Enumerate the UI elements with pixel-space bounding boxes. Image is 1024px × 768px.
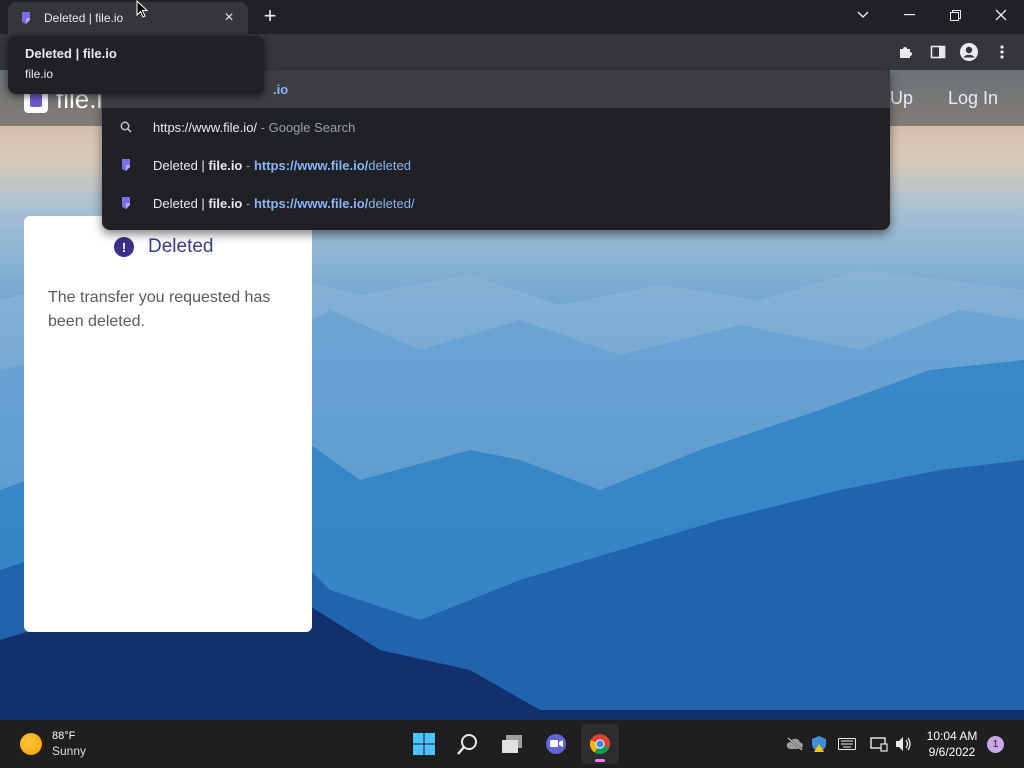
- chrome-taskbar-button[interactable]: [581, 724, 619, 764]
- onedrive-offline-icon[interactable]: [785, 734, 805, 754]
- exclamation-alert-icon: !: [114, 237, 134, 257]
- chrome-icon: [589, 734, 610, 755]
- suggestion-sep: -: [257, 119, 269, 135]
- active-app-indicator: [595, 759, 605, 762]
- profile-avatar-icon[interactable]: [957, 40, 981, 64]
- fileio-favicon-icon: [22, 12, 30, 24]
- network-icon[interactable]: [869, 734, 889, 754]
- minimize-button[interactable]: [886, 0, 932, 30]
- suggestion-main: https://www.file.io/: [153, 119, 258, 135]
- windows-security-icon[interactable]: [809, 734, 829, 754]
- suggestion-url-a: https://www.file.io/: [253, 157, 369, 173]
- start-button[interactable]: [405, 724, 443, 764]
- suggestion-title-a: Deleted |: [153, 195, 209, 211]
- tab-hover-card: Deleted | file.io file.io: [8, 36, 264, 94]
- suggestion-url-b: deleted/: [368, 195, 415, 211]
- deleted-card: ! Deleted The transfer you requested has…: [24, 216, 312, 632]
- teams-chat-icon: [546, 734, 566, 754]
- fileio-favicon-icon: [118, 157, 134, 173]
- restore-button[interactable]: [932, 0, 978, 30]
- clock[interactable]: 10:04 AM 9/6/2022: [922, 728, 982, 760]
- tooltip-title: Deleted | file.io: [25, 46, 117, 61]
- tab-title: Deleted | file.io: [44, 11, 124, 25]
- suggestion-url-b: deleted: [368, 157, 411, 173]
- clock-date: 9/6/2022: [928, 745, 976, 759]
- extensions-puzzle-icon[interactable]: [894, 40, 918, 64]
- signup-link[interactable]: Up: [890, 88, 913, 109]
- new-tab-button[interactable]: +: [258, 4, 282, 28]
- tab-close-icon[interactable]: ×: [220, 9, 238, 27]
- suggestion-title-b: file.io: [208, 195, 243, 211]
- volume-icon[interactable]: [893, 734, 913, 754]
- weather-desc: Sunny: [52, 744, 87, 758]
- login-link[interactable]: Log In: [948, 88, 998, 109]
- suggestion-history-1[interactable]: Deleted | file.io - https://www.file.io/…: [102, 146, 890, 184]
- suggestion-history-2[interactable]: Deleted | file.io - https://www.file.io/…: [102, 184, 890, 222]
- sun-icon: [20, 733, 42, 755]
- side-panel-icon[interactable]: [926, 40, 950, 64]
- search-icon: [118, 119, 134, 135]
- card-title: Deleted: [148, 236, 214, 257]
- weather-widget[interactable]: 88°F Sunny: [20, 730, 86, 758]
- tab-file-io[interactable]: Deleted | file.io ×: [8, 2, 248, 34]
- card-message: The transfer you requested has been dele…: [48, 289, 271, 330]
- suggestion-sep: -: [242, 195, 254, 211]
- card-header: ! Deleted: [114, 236, 214, 258]
- suggestion-hint: Google Search: [268, 119, 356, 135]
- keyboard-icon[interactable]: [837, 734, 857, 754]
- close-window-button[interactable]: [978, 0, 1024, 30]
- clock-time: 10:04 AM: [926, 729, 978, 743]
- task-view-button[interactable]: [493, 724, 531, 764]
- mouse-cursor-icon: [136, 0, 148, 18]
- suggestion-title-a: Deleted |: [153, 157, 209, 173]
- omnibox-suggestions: .io https://www.file.io/ - Google Search…: [102, 70, 890, 230]
- windows-logo-icon: [413, 733, 435, 755]
- fileio-favicon-icon: [118, 195, 134, 211]
- suggestion-sep: -: [242, 157, 254, 173]
- suggestion-url-a: https://www.file.io/: [253, 195, 369, 211]
- tab-search-chevron-icon[interactable]: [840, 0, 886, 30]
- suggestion-selected-text: .io: [273, 81, 289, 97]
- more-menu-icon[interactable]: [990, 40, 1014, 64]
- weather-temp: 88°F: [52, 730, 76, 742]
- search-icon: [457, 734, 477, 755]
- suggestion-google-search[interactable]: https://www.file.io/ - Google Search: [102, 108, 890, 146]
- task-view-icon: [502, 735, 522, 753]
- tooltip-subtitle: file.io: [25, 67, 54, 81]
- taskbar-search-button[interactable]: [449, 724, 487, 764]
- teams-chat-button[interactable]: [537, 724, 575, 764]
- suggestion-title-b: file.io: [208, 157, 243, 173]
- notification-badge[interactable]: 1: [987, 736, 1004, 753]
